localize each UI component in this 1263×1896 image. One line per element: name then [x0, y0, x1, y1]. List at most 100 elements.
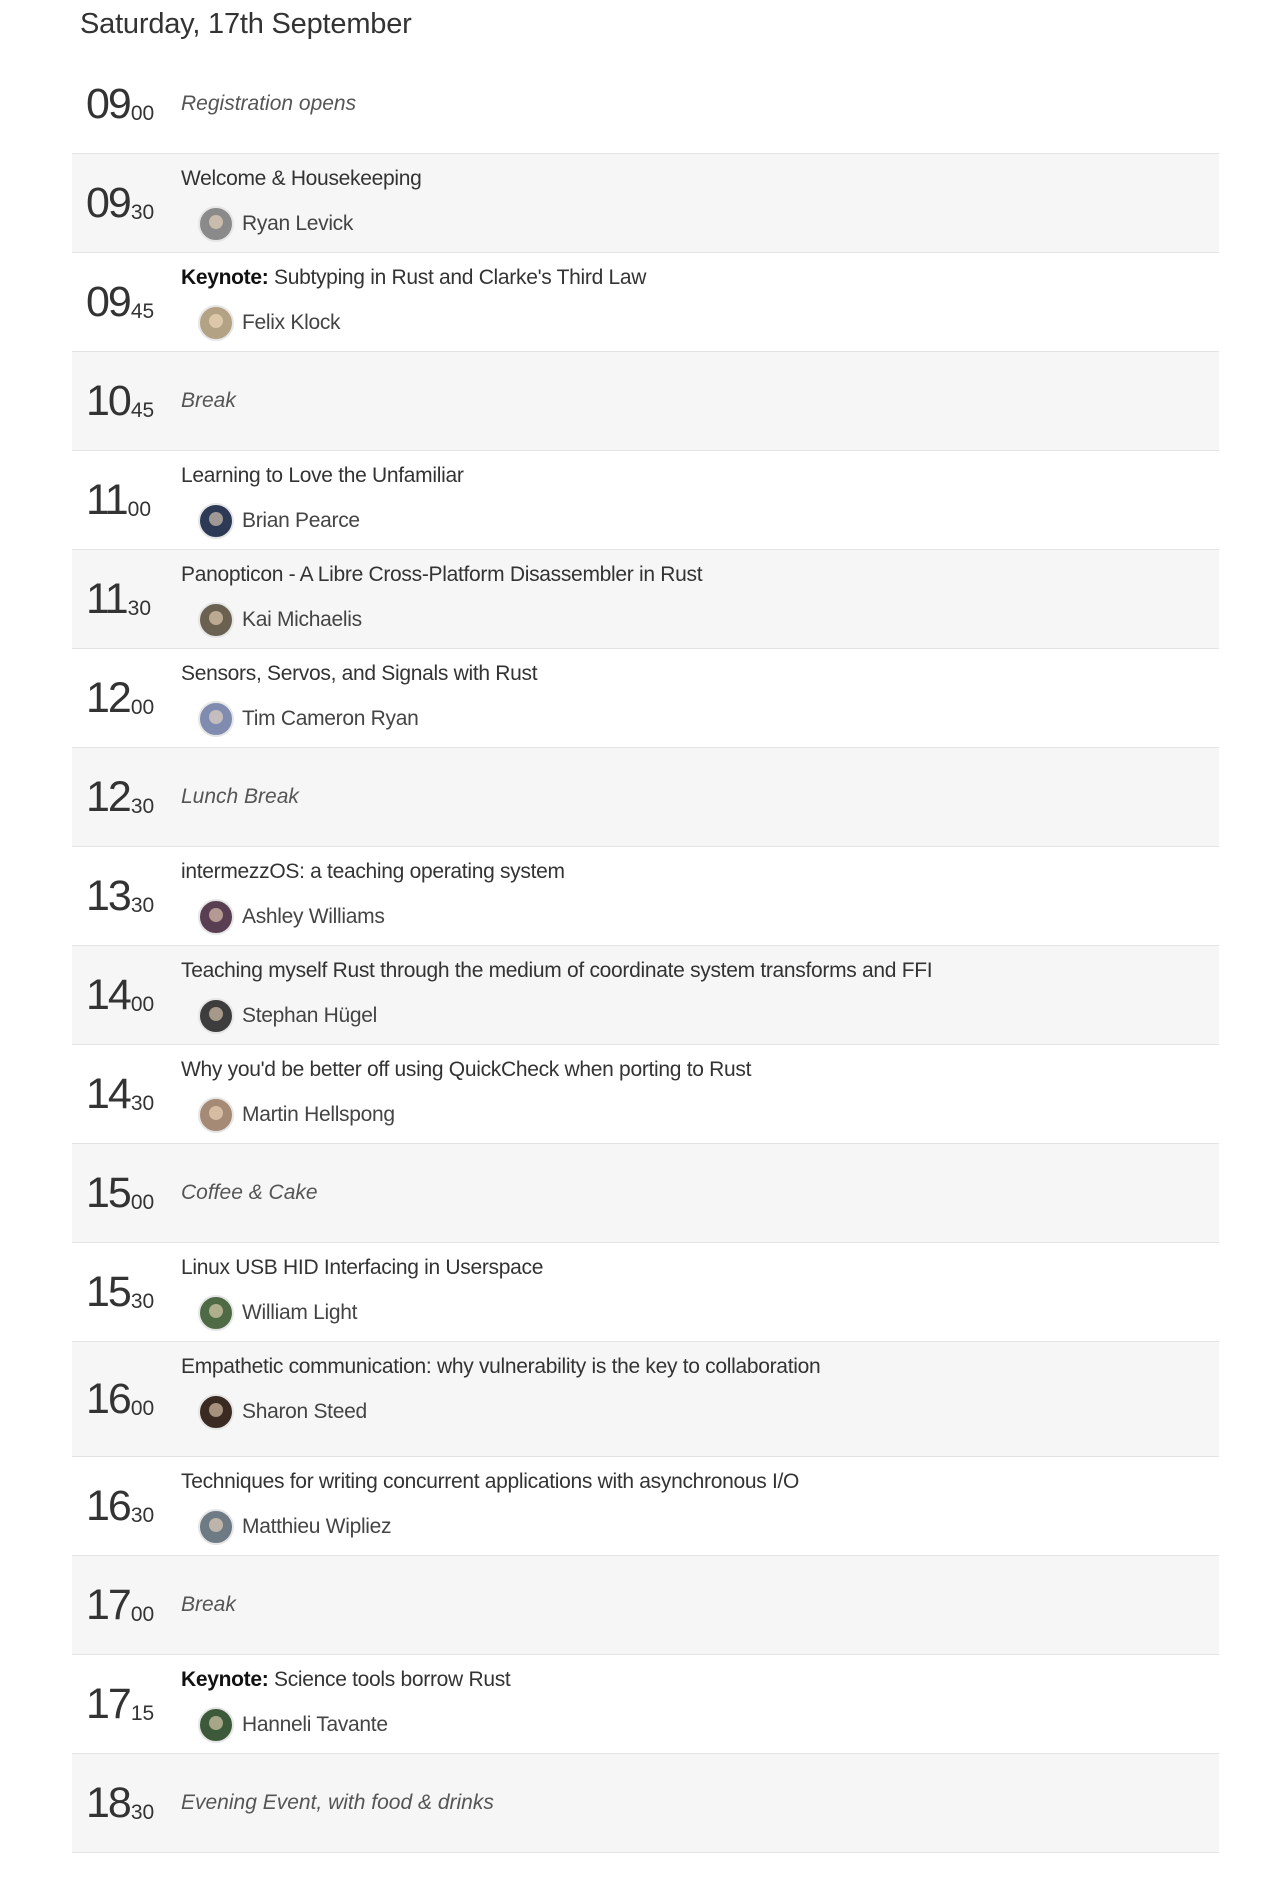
schedule-break-row: 17 00 Break — [72, 1556, 1219, 1655]
time-hour: 18 — [86, 1778, 132, 1827]
speaker-link[interactable]: Ryan Levick — [198, 206, 353, 242]
slot-content: Teaching myself Rust through the medium … — [181, 946, 1199, 1044]
time-minute: 00 — [130, 1602, 155, 1626]
speaker-avatar[interactable] — [198, 503, 234, 539]
speaker-avatar[interactable] — [198, 305, 234, 341]
time-slot: 09 30 — [86, 154, 154, 252]
talk-title-text: Learning to Love the Unfamiliar — [181, 464, 464, 487]
time-minute: 45 — [130, 299, 155, 323]
slot-content: Break — [181, 352, 1199, 450]
time-hour: 12 — [86, 673, 132, 722]
slot-content: Empathetic communication: why vulnerabil… — [181, 1342, 1199, 1456]
speaker-avatar[interactable] — [198, 602, 234, 638]
time-hour: 12 — [86, 772, 132, 821]
speaker-avatar[interactable] — [198, 1097, 234, 1133]
slot-content: Linux USB HID Interfacing in Userspace Wi… — [181, 1243, 1199, 1341]
speaker-link[interactable]: Felix Klock — [198, 305, 341, 341]
schedule-talk-row: 13 30 intermezzOS: a teaching operating sy… — [72, 847, 1219, 946]
time-slot: 14 00 — [86, 946, 154, 1044]
speaker-avatar[interactable] — [198, 1295, 234, 1331]
speaker-link[interactable]: Matthieu Wipliez — [198, 1509, 392, 1545]
speaker-name[interactable]: Hanneli Tavante — [242, 1713, 388, 1737]
slot-content: Keynote: Subtyping in Rust and Clarke's … — [181, 253, 1199, 351]
speaker-name[interactable]: Martin Hellspong — [242, 1103, 395, 1127]
talk-title-text: Panopticon - A Libre Cross-Platform Disa… — [181, 563, 703, 586]
speaker-name[interactable]: Stephan Hügel — [242, 1004, 377, 1028]
slot-content: Lunch Break — [181, 748, 1199, 846]
speaker-name[interactable]: Ashley Williams — [242, 905, 385, 929]
time-slot: 12 30 — [86, 748, 154, 846]
time-hour: 17 — [86, 1679, 132, 1728]
slot-content: Panopticon - A Libre Cross-Platform Disa… — [181, 550, 1199, 648]
time-slot: 17 00 — [86, 1556, 154, 1654]
day-heading: Saturday, 17th September — [80, 8, 412, 40]
time-slot: 14 30 — [86, 1045, 154, 1143]
talk-title: Sensors, Servos, and Signals with Rust — [181, 662, 538, 686]
speaker-name[interactable]: Sharon Steed — [242, 1400, 367, 1424]
time-slot: 16 30 — [86, 1457, 154, 1555]
talk-title-text: Techniques for writing concurrent applic… — [181, 1470, 800, 1493]
speaker-avatar[interactable] — [198, 1394, 234, 1430]
schedule-break-row: 09 00 Registration opens — [72, 55, 1219, 154]
speaker-avatar[interactable] — [198, 1509, 234, 1545]
schedule-break-row: 15 00 Coffee & Cake — [72, 1144, 1219, 1243]
time-slot: 15 00 — [86, 1144, 154, 1242]
schedule-talk-row: 16 00 Empathetic communication: why vulner… — [72, 1342, 1219, 1457]
speaker-link[interactable]: Kai Michaelis — [198, 602, 362, 638]
time-minute: 00 — [130, 1190, 155, 1214]
keynote-label: Keynote: — [181, 266, 269, 289]
break-label: Lunch Break — [181, 785, 299, 808]
schedule-talk-row: 14 30 Why you'd be better off using QuickC… — [72, 1045, 1219, 1144]
talk-title: Keynote: Subtyping in Rust and Clarke's … — [181, 266, 646, 290]
time-minute: 30 — [130, 893, 155, 917]
time-minute: 30 — [130, 200, 155, 224]
speaker-link[interactable]: Ashley Williams — [198, 899, 385, 935]
time-hour: 14 — [86, 970, 132, 1019]
schedule-talk-row: 14 00 Teaching myself Rust through the med… — [72, 946, 1219, 1045]
time-minute: 30 — [130, 1503, 155, 1527]
time-slot: 10 45 — [86, 352, 154, 450]
speaker-name[interactable]: Brian Pearce — [242, 509, 360, 533]
speaker-link[interactable]: Hanneli Tavante — [198, 1707, 388, 1743]
speaker-name[interactable]: Kai Michaelis — [242, 608, 362, 632]
talk-title: Linux USB HID Interfacing in Userspace — [181, 1256, 543, 1280]
time-hour: 16 — [86, 1374, 132, 1423]
time-hour: 11 — [86, 475, 129, 524]
speaker-name[interactable]: Tim Cameron Ryan — [242, 707, 419, 731]
talk-title: Learning to Love the Unfamiliar — [181, 464, 464, 488]
speaker-avatar[interactable] — [198, 998, 234, 1034]
speaker-avatar[interactable] — [198, 206, 234, 242]
schedule-talk-row: 11 30 Panopticon - A Libre Cross-Platform … — [72, 550, 1219, 649]
schedule-break-row: 18 30 Evening Event, with food & drinks — [72, 1754, 1219, 1853]
slot-content: Coffee & Cake — [181, 1144, 1199, 1242]
time-minute: 00 — [130, 101, 155, 125]
speaker-name[interactable]: William Light — [242, 1301, 357, 1325]
time-hour: 10 — [86, 376, 132, 425]
time-hour: 09 — [86, 277, 132, 326]
speaker-link[interactable]: Sharon Steed — [198, 1394, 367, 1430]
speaker-avatar[interactable] — [198, 899, 234, 935]
time-slot: 17 15 — [86, 1655, 154, 1753]
slot-content: Why you'd be better off using QuickCheck… — [181, 1045, 1199, 1143]
talk-title-text: Why you'd be better off using QuickCheck… — [181, 1058, 752, 1081]
slot-content: Break — [181, 1556, 1199, 1654]
speaker-link[interactable]: William Light — [198, 1295, 357, 1331]
talk-title: Panopticon - A Libre Cross-Platform Disa… — [181, 563, 703, 587]
time-slot: 16 00 — [86, 1342, 154, 1456]
speaker-link[interactable]: Martin Hellspong — [198, 1097, 395, 1133]
speaker-link[interactable]: Brian Pearce — [198, 503, 360, 539]
speaker-avatar[interactable] — [198, 1707, 234, 1743]
speaker-name[interactable]: Felix Klock — [242, 311, 341, 335]
time-minute: 00 — [130, 1396, 155, 1420]
talk-title: Techniques for writing concurrent applic… — [181, 1470, 799, 1494]
talk-title: Welcome & Housekeeping — [181, 167, 422, 191]
speaker-name[interactable]: Matthieu Wipliez — [242, 1515, 392, 1539]
talk-title-text: Welcome & Housekeeping — [181, 167, 422, 190]
time-hour: 09 — [86, 178, 132, 227]
time-slot: 12 00 — [86, 649, 154, 747]
break-label: Evening Event, with food & drinks — [181, 1791, 494, 1814]
speaker-avatar[interactable] — [198, 701, 234, 737]
speaker-link[interactable]: Stephan Hügel — [198, 998, 377, 1034]
speaker-link[interactable]: Tim Cameron Ryan — [198, 701, 419, 737]
speaker-name[interactable]: Ryan Levick — [242, 212, 353, 236]
